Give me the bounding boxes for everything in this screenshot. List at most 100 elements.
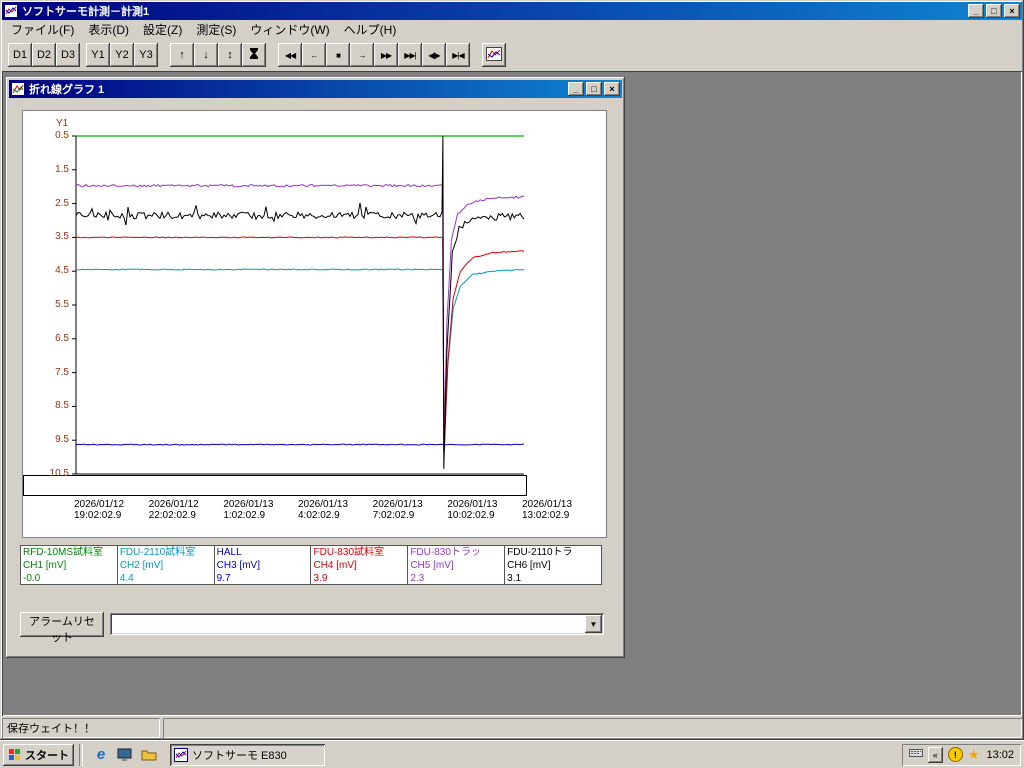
channel-name: FDU-2110トラ <box>507 547 573 558</box>
stop-icon: ■ <box>336 50 341 60</box>
graph-minimize-button[interactable]: _ <box>568 82 584 96</box>
toolbar-button-y3[interactable]: Y3 <box>134 43 158 67</box>
stop-button[interactable]: ■ <box>326 43 350 67</box>
x-tick-time: 19:02:02.9 <box>74 510 122 521</box>
alarm-combo[interactable]: ▼ <box>110 613 604 635</box>
toolbar-button-d1[interactable]: D1 <box>8 43 32 67</box>
start-button[interactable]: スタート <box>3 743 74 766</box>
alarm-reset-button[interactable]: アラームリセット <box>20 612 104 644</box>
toolbar-button-y2[interactable]: Y2 <box>110 43 134 67</box>
combo-dropdown-button[interactable]: ▼ <box>585 615 602 633</box>
menu-file[interactable]: ファイル(F) <box>4 19 81 40</box>
graph-close-button[interactable]: × <box>604 82 620 96</box>
graph-display-button[interactable] <box>482 43 506 67</box>
menu-settings[interactable]: 設定(Z) <box>136 19 189 40</box>
x-tick-date: 2026/01/12 <box>148 499 199 510</box>
y-tick-label: 8.5 <box>55 400 69 412</box>
step-back-icon: ← <box>310 50 319 60</box>
y-tick-label: 5.5 <box>55 299 69 310</box>
scroll-updown-icon: ↕ <box>227 49 233 61</box>
app-icon <box>4 4 18 18</box>
toolbar-button-d3[interactable]: D3 <box>56 43 80 67</box>
x-tick-time: 13:02:02.9 <box>522 510 570 521</box>
x-tick-label: 2026/01/12 22:02:02.9 <box>149 499 199 521</box>
ie-icon[interactable] <box>90 744 112 766</box>
step-forward-button[interactable]: → <box>350 43 374 67</box>
channel-name: FDU-830試料室 <box>313 547 385 558</box>
status-text: 保存ウェイト！！ <box>7 723 95 735</box>
x-tick-label: 2026/01/13 1:02:02.9 <box>223 499 273 521</box>
minimize-button[interactable]: _ <box>968 4 984 18</box>
scroll-down-icon: ↓ <box>203 49 209 61</box>
fast-forward-button[interactable]: ▶▶ <box>374 43 398 67</box>
start-label: スタート <box>25 749 69 762</box>
x-tick-label: 2026/01/13 7:02:02.9 <box>373 499 423 521</box>
alert-icon[interactable] <box>947 747 963 762</box>
x-tick-time: 10:02:02.9 <box>447 510 495 521</box>
maximize-button[interactable]: □ <box>986 4 1002 18</box>
task-button[interactable]: ソフトサーモ E830 <box>170 743 325 766</box>
toolbar-button-d2[interactable]: D2 <box>32 43 56 67</box>
marker-prev-button[interactable]: ◀|▶ <box>422 43 446 67</box>
graph-display-icon <box>486 46 502 64</box>
scroll-updown-button[interactable]: ↕ <box>218 43 242 67</box>
statusbar: 保存ウェイト！！ <box>2 716 1022 738</box>
marker-next-icon: ▶|◀ <box>452 50 464 60</box>
y-tick-label: 10.5 <box>49 468 69 479</box>
toolbar-button-y1[interactable]: Y1 <box>86 43 110 67</box>
menu-help[interactable]: ヘルプ(H) <box>337 19 404 40</box>
status-panel-right <box>163 718 1022 738</box>
menu-view[interactable]: 表示(D) <box>81 19 136 40</box>
fast-forward-icon: ▶▶ <box>380 50 392 60</box>
rewind-button[interactable]: ◀◀ <box>278 43 302 67</box>
quick-launch <box>90 744 160 766</box>
x-tick-date: 2026/01/13 <box>372 499 423 510</box>
windows-logo-icon <box>8 748 22 762</box>
legend-cell-ch3: HALL CH3 [mV] 9.7 <box>215 546 312 584</box>
x-tick-time: 1:02:02.9 <box>223 510 266 521</box>
step-back-button[interactable]: ← <box>302 43 326 67</box>
tray-chevron-button[interactable]: « <box>927 746 943 763</box>
show-desktop-icon[interactable] <box>114 744 136 766</box>
channel-value: 9.7 <box>216 573 231 584</box>
y-tick-label: 7.5 <box>55 366 69 378</box>
channel-label: CH2 [mV] <box>119 560 164 571</box>
y-tick-label: 4.5 <box>55 265 69 277</box>
channel-value: 4.4 <box>119 573 134 584</box>
wait-hourglass-button[interactable] <box>242 43 266 67</box>
legend-cell-ch2: FDU-2110試料室 CH2 [mV] 4.4 <box>118 546 215 584</box>
star-icon[interactable] <box>968 748 980 761</box>
channel-label: CH3 [mV] <box>216 560 260 571</box>
marker-next-button[interactable]: ▶|◀ <box>446 43 470 67</box>
to-end-button[interactable]: ▶▶| <box>398 43 422 67</box>
legend: RFD-10MS試料室 CH1 [mV] -0.0 FDU-2110試料室 CH2 [m… <box>20 545 602 585</box>
x-tick-date: 2026/01/13 <box>298 499 349 510</box>
device-icon[interactable] <box>908 748 923 761</box>
menu-measure[interactable]: 測定(S) <box>189 19 243 40</box>
taskbar: スタート ソフトサーモ E830 « 13:02 <box>0 740 1024 768</box>
graph-titlebar[interactable]: 折れ線グラフ 1 _ □ × <box>9 80 622 98</box>
menu-window[interactable]: ウィンドウ(W) <box>243 19 336 40</box>
scroll-down-button[interactable]: ↓ <box>194 43 218 67</box>
mdi-area: 折れ線グラフ 1 _ □ × Y1 0.5 1.5 2.5 3.5 4.5 5.5 6.5 7… <box>2 71 1022 716</box>
step-forward-icon: → <box>358 50 367 60</box>
x-tick-label: 2026/01/13 10:02:02.9 <box>447 499 497 521</box>
x-tick-date: 2026/01/13 <box>447 499 498 510</box>
channel-value: 3.9 <box>313 573 328 584</box>
close-button[interactable]: × <box>1004 4 1020 18</box>
graph-window: 折れ線グラフ 1 _ □ × Y1 0.5 1.5 2.5 3.5 4.5 5.5 6.5 7… <box>6 77 625 658</box>
channel-label: CH1 [mV] <box>23 560 67 571</box>
ie-e-glyph <box>97 746 105 763</box>
channel-value: 3.1 <box>507 573 522 584</box>
channel-name: HALL <box>216 547 242 558</box>
app-titlebar[interactable]: ソフトサーモ計測－計測1 _ □ × <box>2 2 1022 20</box>
scroll-up-button[interactable]: ↑ <box>170 43 194 67</box>
folder-icon[interactable] <box>138 744 160 766</box>
y-axis-label: Y1 <box>56 118 69 129</box>
x-tick-label: 2026/01/13 13:02:02.9 <box>522 499 572 521</box>
marker-prev-icon: ◀|▶ <box>428 50 440 60</box>
x-tick-time: 7:02:02.9 <box>372 510 415 521</box>
time-scroll-box[interactable] <box>23 475 527 496</box>
graph-content: Y1 0.5 1.5 2.5 3.5 4.5 5.5 6.5 7.5 8.5 9.5 10.5 202… <box>9 98 622 655</box>
graph-maximize-button[interactable]: □ <box>586 82 602 96</box>
